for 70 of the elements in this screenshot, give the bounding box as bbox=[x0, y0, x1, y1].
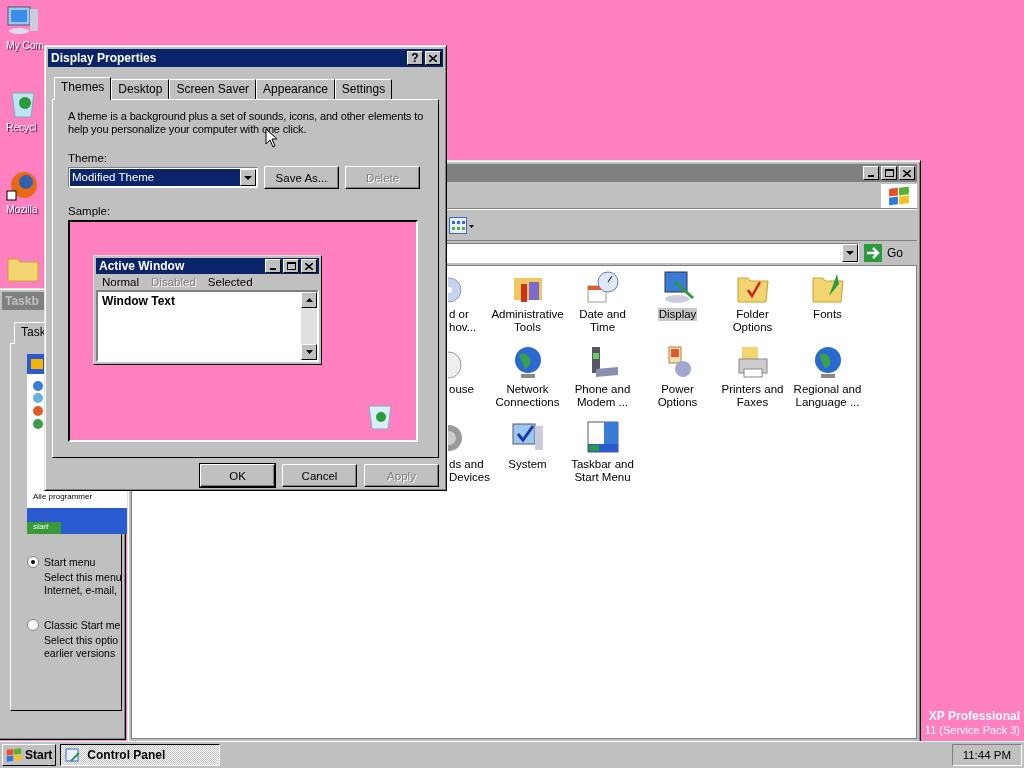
option-label[interactable]: Classic Start me bbox=[44, 619, 121, 631]
program-icons-drawing bbox=[31, 380, 45, 430]
windows-logo-icon bbox=[6, 748, 22, 762]
windows-logo-icon bbox=[888, 186, 910, 206]
control-panel-item-label[interactable]: Taskbar and Start Menu bbox=[565, 458, 640, 484]
theme-dropdown[interactable]: Modified Theme bbox=[68, 167, 258, 188]
control-panel-item-label[interactable]: System bbox=[507, 458, 548, 471]
up-arrow-icon bbox=[305, 298, 313, 302]
control-panel-item-label[interactable]: Administrative Tools bbox=[490, 308, 565, 334]
dialog-button[interactable]: OK bbox=[200, 464, 275, 487]
control-panel-icon bbox=[65, 747, 82, 763]
down-arrow-icon bbox=[305, 350, 313, 354]
control-panel-item-label[interactable]: Printers and Faxes bbox=[715, 383, 790, 409]
views-button[interactable] bbox=[449, 216, 475, 234]
theme-label: Theme: bbox=[68, 152, 108, 164]
taskbar-button[interactable]: Control Panel bbox=[60, 744, 221, 766]
tab[interactable]: Settings bbox=[334, 79, 393, 99]
option-description: Internet, e-mail, bbox=[44, 584, 117, 597]
taskbar-icon[interactable] bbox=[585, 420, 620, 454]
caret-icon bbox=[244, 175, 252, 180]
clock: 11:44 PM bbox=[951, 744, 1022, 766]
radio-button[interactable] bbox=[27, 556, 39, 568]
radio-button[interactable] bbox=[27, 619, 39, 631]
option-description: earlier versions bbox=[44, 647, 116, 660]
start-button-preview: start bbox=[27, 522, 61, 534]
window-title: Active Window bbox=[99, 259, 185, 273]
theme-description: A theme is a background plus a set of sounds, icons, and other elements to help you personalize your computer with one click. bbox=[68, 110, 425, 136]
theme-button[interactable]: Save As... bbox=[264, 166, 339, 189]
control-panel-item-label[interactable]: Regional and Language ... bbox=[790, 383, 865, 409]
option-description: Select this optio bbox=[44, 634, 119, 647]
minimize-icon bbox=[270, 268, 276, 270]
views-icon bbox=[449, 216, 475, 234]
all-programs-label: Alle programmer bbox=[33, 492, 93, 501]
window-title: Taskb bbox=[5, 294, 39, 308]
minimize-icon bbox=[868, 175, 874, 177]
close-button[interactable] bbox=[425, 51, 441, 65]
window-title: Display Properties bbox=[51, 51, 157, 65]
close-icon bbox=[903, 169, 911, 177]
os-version-text: 11 (Service Pack 3) bbox=[924, 723, 1020, 737]
option-description: Select this menu bbox=[44, 571, 122, 584]
tab[interactable]: Screen Saver bbox=[169, 79, 257, 99]
control-panel-item-label[interactable]: ouse bbox=[448, 383, 475, 396]
control-panel-item-label[interactable]: Power Options bbox=[640, 383, 715, 409]
help-button[interactable]: ? bbox=[407, 51, 423, 65]
close-icon bbox=[305, 262, 313, 270]
tab[interactable]: Appearance bbox=[256, 79, 335, 99]
option-label[interactable]: Start menu bbox=[44, 556, 96, 568]
maximize-icon bbox=[884, 169, 894, 177]
start-button[interactable]: Start bbox=[2, 744, 57, 766]
window-text: Window Text bbox=[101, 293, 176, 310]
clock-icon[interactable] bbox=[585, 270, 620, 304]
control-panel-item-label[interactable]: Folder Options bbox=[715, 308, 790, 334]
control-panel-item-label[interactable]: Display bbox=[657, 308, 698, 321]
go-button[interactable]: Go bbox=[864, 244, 917, 262]
caret-icon bbox=[846, 251, 854, 255]
tab[interactable]: Desktop bbox=[111, 79, 170, 99]
control-panel-item-label[interactable]: Phone and Modem ... bbox=[565, 383, 640, 409]
dialog-button[interactable]: Cancel bbox=[282, 464, 357, 487]
close-icon bbox=[429, 54, 437, 62]
recycle-bin-icon bbox=[366, 402, 394, 430]
arrow-icon bbox=[864, 244, 882, 262]
control-panel-item-label[interactable]: d or hov... bbox=[448, 308, 490, 334]
control-panel-item-label[interactable]: Fonts bbox=[812, 308, 843, 321]
control-panel-item-label[interactable]: ds and Devices bbox=[448, 458, 491, 484]
control-panel-item-label[interactable]: Network Connections bbox=[490, 383, 565, 409]
tab[interactable]: Themes bbox=[54, 77, 112, 100]
control-panel-item-label[interactable]: Date and Time bbox=[565, 308, 640, 334]
os-version-text: XP Professional bbox=[928, 709, 1020, 723]
sample-label: Sample: bbox=[68, 205, 112, 217]
browser-icon[interactable] bbox=[6, 169, 40, 201]
